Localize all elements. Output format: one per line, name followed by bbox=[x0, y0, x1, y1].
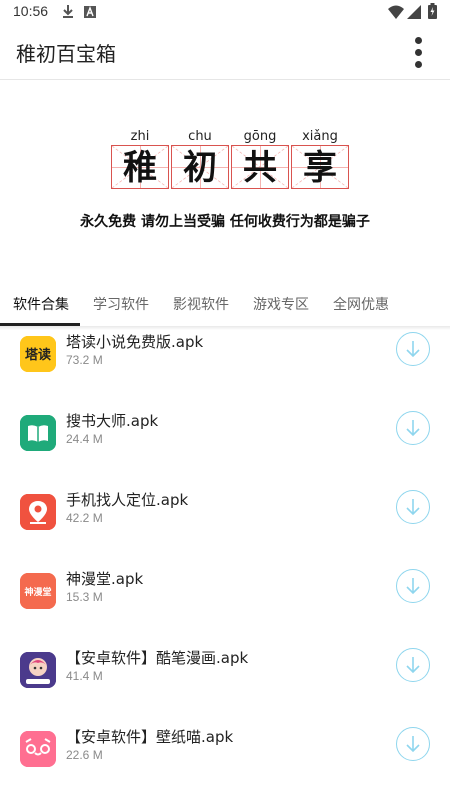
download-button[interactable] bbox=[396, 411, 430, 445]
kubi-manhua-icon bbox=[20, 652, 56, 688]
char-1: 稚 bbox=[123, 148, 157, 188]
tadu-icon: 塔读 bbox=[20, 336, 56, 372]
char-2: 初 bbox=[183, 148, 217, 188]
arrow-down-icon bbox=[406, 736, 420, 753]
tab-learning-software[interactable]: 学习软件 bbox=[93, 294, 149, 314]
pinyin-1: zhi bbox=[130, 129, 150, 144]
shenmantang-icon-text: 神漫堂 bbox=[24, 586, 51, 598]
category-tabs: 软件合集 学习软件 影视软件 游戏专区 全网优惠 bbox=[0, 282, 450, 326]
font-icon bbox=[84, 4, 96, 23]
list-item[interactable]: 塔读 塔读小说免费版.apk 73.2 M bbox=[0, 326, 450, 400]
book-icon bbox=[20, 415, 56, 451]
app-name: 搜书大师.apk bbox=[66, 412, 159, 430]
list-item[interactable]: 搜书大师.apk 24.4 M bbox=[0, 400, 450, 479]
download-button[interactable] bbox=[396, 648, 430, 682]
app-list: 塔读 塔读小说免费版.apk 73.2 M 搜书大师.apk 24.4 M 手机… bbox=[0, 326, 450, 800]
wifi-icon bbox=[388, 4, 404, 23]
char-box-4: 享 bbox=[291, 145, 349, 189]
pinyin-4: xiǎng bbox=[302, 129, 338, 144]
tabs-shadow bbox=[0, 326, 450, 330]
app-size: 73.2 M bbox=[66, 353, 103, 367]
char-box-2: 初 bbox=[171, 145, 229, 189]
download-button[interactable] bbox=[396, 490, 430, 524]
app-bar: 稚初百宝箱 bbox=[0, 24, 450, 80]
app-name: 神漫堂.apk bbox=[66, 570, 144, 588]
signal-icon bbox=[407, 4, 421, 23]
list-item[interactable]: 【安卓软件】壁纸喵.apk 22.6 M bbox=[0, 716, 450, 795]
tadu-icon-text: 塔读 bbox=[25, 347, 51, 363]
list-item[interactable]: 手机找人定位.apk 42.2 M bbox=[0, 479, 450, 558]
tab-games[interactable]: 游戏专区 bbox=[253, 294, 309, 314]
location-pin-icon bbox=[20, 494, 56, 530]
download-button[interactable] bbox=[396, 727, 430, 761]
tab-video-software[interactable]: 影视软件 bbox=[173, 294, 229, 314]
app-size: 24.4 M bbox=[66, 432, 103, 446]
banner-notice: 永久免费 请勿上当受骗 任何收费行为都是骗子 bbox=[80, 214, 370, 230]
app-title: 稚初百宝箱 bbox=[16, 42, 116, 66]
app-size: 42.2 M bbox=[66, 511, 103, 525]
char-4: 享 bbox=[303, 148, 337, 188]
title-characters: 稚 初 共 享 bbox=[110, 145, 350, 189]
char-box-3: 共 bbox=[231, 145, 289, 189]
arrow-down-icon bbox=[406, 657, 420, 674]
app-size: 15.3 M bbox=[66, 590, 103, 604]
tab-deals[interactable]: 全网优惠 bbox=[333, 294, 389, 314]
app-size: 41.4 M bbox=[66, 669, 103, 683]
download-icon bbox=[62, 4, 74, 23]
list-item[interactable]: 【安卓软件】酷笔漫画.apk 41.4 M bbox=[0, 637, 450, 716]
shenmantang-icon: 神漫堂 bbox=[20, 573, 56, 609]
app-name: 手机找人定位.apk bbox=[66, 491, 189, 509]
app-size: 22.6 M bbox=[66, 748, 103, 762]
banner: zhi chu gōng xiǎng 稚 初 共 享 永久免费 请勿上当受骗 任… bbox=[0, 81, 450, 281]
arrow-down-icon bbox=[406, 499, 420, 516]
char-box-1: 稚 bbox=[111, 145, 169, 189]
more-vert-icon[interactable] bbox=[406, 34, 430, 70]
char-3: 共 bbox=[243, 148, 277, 188]
tab-software-collection[interactable]: 软件合集 bbox=[13, 294, 69, 314]
list-item[interactable]: 神漫堂 神漫堂.apk 15.3 M bbox=[0, 558, 450, 637]
status-bar: 10:56 bbox=[0, 0, 450, 24]
arrow-down-icon bbox=[406, 578, 420, 595]
download-button[interactable] bbox=[396, 569, 430, 603]
pinyin-row: zhi chu gōng xiǎng bbox=[110, 129, 350, 145]
arrow-down-icon bbox=[406, 341, 420, 358]
bizhimiao-icon bbox=[20, 731, 56, 767]
app-name: 【安卓软件】酷笔漫画.apk bbox=[66, 649, 249, 667]
status-time: 10:56 bbox=[13, 3, 49, 19]
battery-charging-icon bbox=[428, 3, 437, 23]
pinyin-3: gōng bbox=[243, 129, 277, 144]
app-name: 【安卓软件】壁纸喵.apk bbox=[66, 728, 234, 746]
pinyin-2: chu bbox=[188, 129, 212, 144]
download-button[interactable] bbox=[396, 332, 430, 366]
arrow-down-icon bbox=[406, 420, 420, 437]
app-name: 塔读小说免费版.apk bbox=[66, 333, 204, 351]
